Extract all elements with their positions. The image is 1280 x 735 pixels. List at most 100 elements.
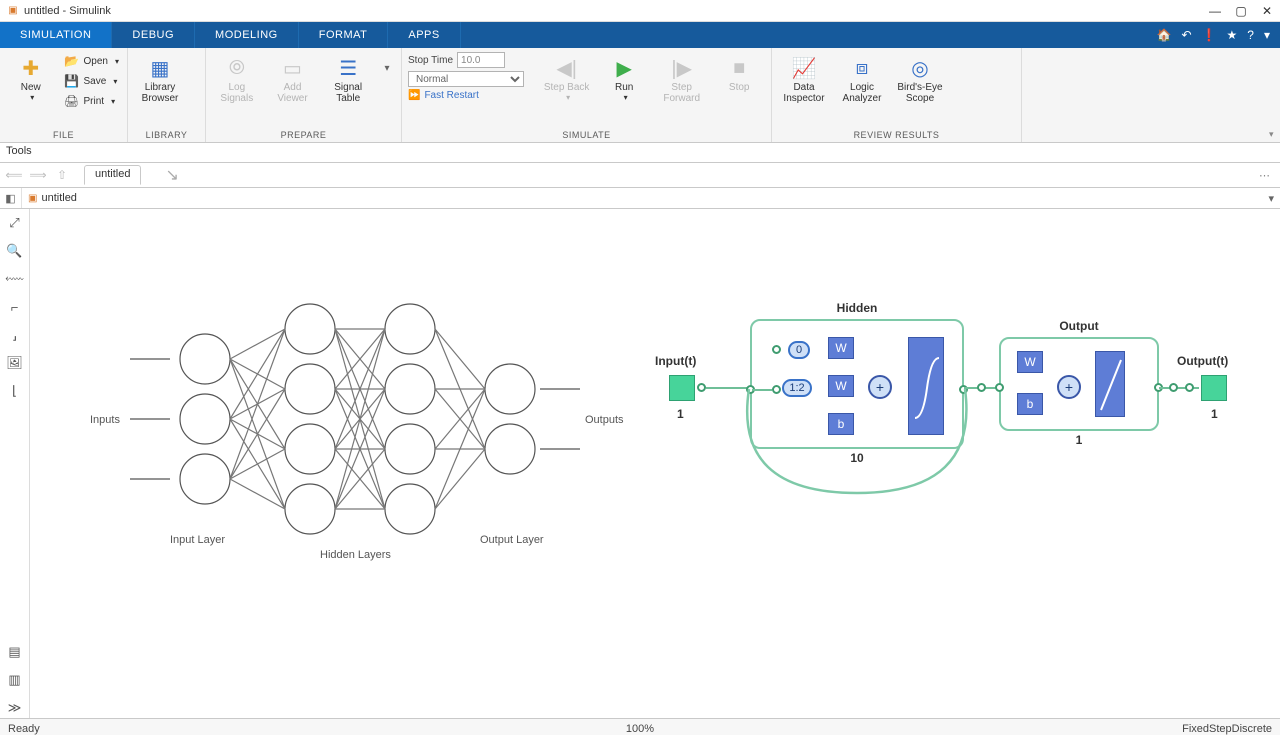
logic-analyzer-button[interactable]: ⧈Logic Analyzer: [836, 52, 888, 106]
workspace: ⤢ 🔍 ⬳ ⌐ ⸥ 🖼 ⌊ ▤ ▥ ≫: [0, 209, 1280, 718]
output-title: Output: [1001, 319, 1157, 333]
zoom-tool-icon[interactable]: 🔍: [5, 241, 25, 261]
zoom-fit-icon[interactable]: ⤢: [5, 213, 25, 233]
ribbon-tabs: SIMULATION DEBUG MODELING FORMAT APPS 🏠 …: [0, 22, 1280, 48]
restore-bottom-icon[interactable]: ≫: [5, 698, 25, 718]
statusbar: Ready 100% FixedStepDiscrete: [0, 718, 1280, 735]
group-library-label: LIBRARY: [134, 129, 199, 140]
hidden-sum[interactable]: +: [868, 375, 892, 399]
hidden-size: 10: [752, 451, 962, 465]
hidden-title: Hidden: [752, 301, 962, 315]
hidden-block[interactable]: Hidden 10 0 1:2 W W b +: [750, 319, 964, 449]
outputs-label: Outputs: [585, 414, 624, 426]
delay12-chip[interactable]: 1:2: [782, 379, 812, 397]
tab-simulation[interactable]: SIMULATION: [0, 22, 112, 48]
window-title: untitled - Simulink: [24, 5, 111, 17]
titlebar: ▣ untitled - Simulink — ▢ ✕: [0, 0, 1280, 22]
input-port[interactable]: [697, 383, 706, 392]
tab-apps[interactable]: APPS: [388, 22, 460, 48]
output-w[interactable]: W: [1017, 351, 1043, 373]
alert-icon[interactable]: ❗: [1202, 28, 1217, 42]
delay0-chip[interactable]: 0: [788, 341, 810, 359]
output-port-block[interactable]: [1201, 375, 1227, 401]
log-signals-button[interactable]: ⦾Log Signals: [212, 52, 262, 106]
output-sum[interactable]: +: [1057, 375, 1081, 399]
step-forward-button[interactable]: |▶Step Forward: [656, 52, 708, 106]
minimize-button[interactable]: —: [1208, 4, 1222, 18]
undo-icon[interactable]: ↶: [1182, 28, 1192, 42]
new-button[interactable]: ✚New: [6, 52, 56, 104]
group-simulate-label: SIMULATE: [408, 129, 765, 140]
output-sz-label: 1: [1211, 407, 1218, 421]
close-window-button[interactable]: ✕: [1260, 4, 1274, 18]
tab-format[interactable]: FORMAT: [299, 22, 389, 48]
solver-label[interactable]: FixedStepDiscrete: [1182, 723, 1272, 735]
collapse-ribbon-icon[interactable]: ▾: [1264, 28, 1270, 42]
panel-b-icon[interactable]: ▥: [5, 670, 25, 690]
canvas[interactable]: Inputs Input Layer Hidden Layers Output …: [30, 209, 1280, 718]
group-prepare-label: PREPARE: [212, 129, 395, 140]
palette: ⤢ 🔍 ⬳ ⌐ ⸥ 🖼 ⌊ ▤ ▥ ≫: [0, 209, 30, 718]
input-block[interactable]: [669, 375, 695, 401]
hidden-layers-label: Hidden Layers: [320, 549, 391, 561]
print-button[interactable]: 🖨Print: [62, 92, 121, 110]
breadcrumb: ◧ ▣ untitled ▾: [0, 187, 1280, 209]
nav-back-button[interactable]: ⟸: [4, 165, 24, 185]
hidden-w2[interactable]: W: [828, 375, 854, 397]
stoptime-input[interactable]: [457, 52, 505, 68]
open-button[interactable]: 📂Open: [62, 52, 121, 70]
data-inspector-button[interactable]: 📈Data Inspector: [778, 52, 830, 106]
panel-a-icon[interactable]: ▤: [5, 642, 25, 662]
model-tab[interactable]: untitled: [84, 165, 141, 185]
status-left: Ready: [8, 723, 40, 735]
step-back-button[interactable]: ◀|Step Back: [541, 52, 593, 104]
maximize-button[interactable]: ▢: [1234, 4, 1248, 18]
simulink-nn[interactable]: Input(t) 1 Hidden 10 0 1:2 W W b +: [655, 299, 1255, 499]
breadcrumb-dropdown[interactable]: ▾: [1268, 192, 1280, 205]
prepare-more-button[interactable]: ▾: [379, 52, 395, 84]
breadcrumb-path[interactable]: untitled: [41, 192, 76, 204]
output-t-label: Output(t): [1177, 354, 1228, 368]
stop-button[interactable]: ■Stop: [713, 52, 765, 95]
image-icon[interactable]: 🖼: [5, 353, 25, 373]
fast-restart-button[interactable]: Fast Restart: [424, 90, 478, 101]
tab-debug[interactable]: DEBUG: [112, 22, 195, 48]
home-icon[interactable]: 🏠: [1157, 28, 1172, 42]
add-viewer-button[interactable]: ▭Add Viewer: [268, 52, 318, 106]
run-button[interactable]: ▶Run: [598, 52, 650, 104]
viewmark-icon[interactable]: ⌊: [5, 381, 25, 401]
input-layer-label: Input Layer: [170, 534, 225, 546]
hide-tabs-button[interactable]: ⋯: [1259, 169, 1276, 182]
group-review-label: REVIEW RESULTS: [778, 129, 1015, 140]
sample-time-icon[interactable]: ⬳: [5, 269, 25, 289]
tab-modeling[interactable]: MODELING: [195, 22, 299, 48]
nav-forward-button[interactable]: ⟹: [28, 165, 48, 185]
hidden-w1[interactable]: W: [828, 337, 854, 359]
output-block[interactable]: Output 1 W b +: [999, 337, 1159, 431]
input-t-label: Input(t): [655, 354, 696, 368]
output-activation[interactable]: [1095, 351, 1125, 417]
hidden-b[interactable]: b: [828, 413, 854, 435]
save-button[interactable]: 💾Save: [62, 72, 121, 90]
output-layer-label: Output Layer: [480, 534, 544, 546]
zoom-level[interactable]: 100%: [626, 723, 654, 735]
stoptime-label: Stop Time: [408, 55, 453, 66]
favorite-icon[interactable]: ★: [1227, 28, 1238, 42]
nav-up-button[interactable]: ⇧: [52, 165, 72, 185]
model-browser-icon[interactable]: ◧: [0, 188, 22, 208]
hidden-activation[interactable]: [908, 337, 944, 435]
annotation-icon[interactable]: ⌐: [5, 297, 25, 317]
input-size-label: 1: [677, 407, 684, 421]
library-browser-button[interactable]: ▦Library Browser: [134, 52, 186, 106]
help-icon[interactable]: ?: [1247, 28, 1254, 42]
output-size: 1: [1001, 433, 1157, 447]
group-file-label: FILE: [6, 129, 121, 140]
output-b[interactable]: b: [1017, 393, 1043, 415]
area-icon[interactable]: ⸥: [5, 325, 25, 345]
model-icon: ▣: [28, 193, 37, 204]
birdseye-scope-button[interactable]: ◎Bird's-Eye Scope: [894, 52, 946, 106]
app-icon: ▣: [6, 4, 20, 18]
tools-bar: Tools: [0, 143, 1280, 163]
sim-mode-select[interactable]: Normal: [408, 71, 524, 87]
signal-table-button[interactable]: ☰Signal Table: [323, 52, 373, 106]
